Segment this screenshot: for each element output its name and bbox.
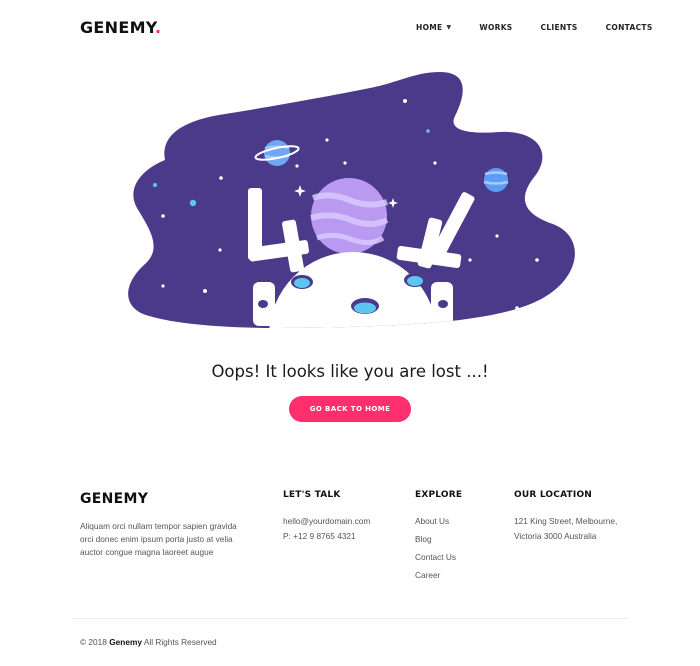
footer-heading-talk: LET'S TALK — [283, 490, 341, 500]
error-message: Oops! It looks like you are lost ...! — [211, 362, 489, 381]
site-footer: GENEMY Aliquam orci nullam tempor sapien… — [0, 480, 700, 620]
copyright: © 2018 Genemy All Rights Reserved — [80, 637, 217, 647]
footer-link-blog[interactable]: Blog — [415, 532, 462, 550]
footer-col-talk: LET'S TALK hello@yourdomain.com P: +12 9… — [283, 490, 370, 543]
footer-address-line1: 121 King Street, Melbourne, — [514, 516, 618, 526]
copyright-brand: Genemy — [109, 637, 142, 647]
purple-planet-zero — [310, 178, 389, 254]
footer-link-contact[interactable]: Contact Us — [415, 550, 462, 568]
small-blue-dot — [426, 129, 430, 133]
footer-link-career[interactable]: Career — [415, 568, 462, 586]
footer-heading-location: OUR LOCATION — [514, 490, 593, 500]
chevron-down-icon: ▼ — [446, 24, 452, 31]
footer-link-about[interactable]: About Us — [415, 514, 462, 532]
footer-address-line2: Victoria 3000 Australia — [514, 530, 597, 541]
footer-heading-explore: EXPLORE — [415, 490, 463, 500]
footer-about-text: Aliquam orci nullam tempor sapien gravid… — [80, 521, 237, 557]
footer-divider — [72, 618, 628, 619]
nav-contacts[interactable]: CONTACTS — [606, 23, 653, 32]
small-blue-dot — [189, 199, 197, 207]
striped-planet-icon — [483, 168, 509, 192]
nav-home[interactable]: HOME ▼ — [416, 23, 451, 32]
footer-logo[interactable]: GENEMY — [80, 491, 148, 507]
nav-works[interactable]: WORKS — [479, 23, 512, 32]
logo-dot: . — [155, 18, 162, 37]
footer-col-explore: EXPLORE About Us Blog Contact Us Career — [415, 490, 462, 586]
site-logo[interactable]: GENEMY. — [80, 18, 161, 37]
404-space-illustration — [128, 72, 575, 328]
small-blue-dot — [153, 183, 157, 187]
footer-phone: P: +12 9 8765 4321 — [283, 530, 356, 541]
footer-email[interactable]: hello@yourdomain.com — [283, 514, 370, 529]
nav-clients[interactable]: CLIENTS — [541, 23, 578, 32]
main-nav: HOME ▼ WORKS CLIENTS CONTACTS — [416, 23, 653, 32]
footer-col-location: OUR LOCATION 121 King Street, Melbourne,… — [514, 490, 617, 543]
site-header: GENEMY. HOME ▼ WORKS CLIENTS CONTACTS — [0, 0, 700, 56]
go-back-home-button[interactable]: GO BACK TO HOME — [289, 396, 411, 422]
